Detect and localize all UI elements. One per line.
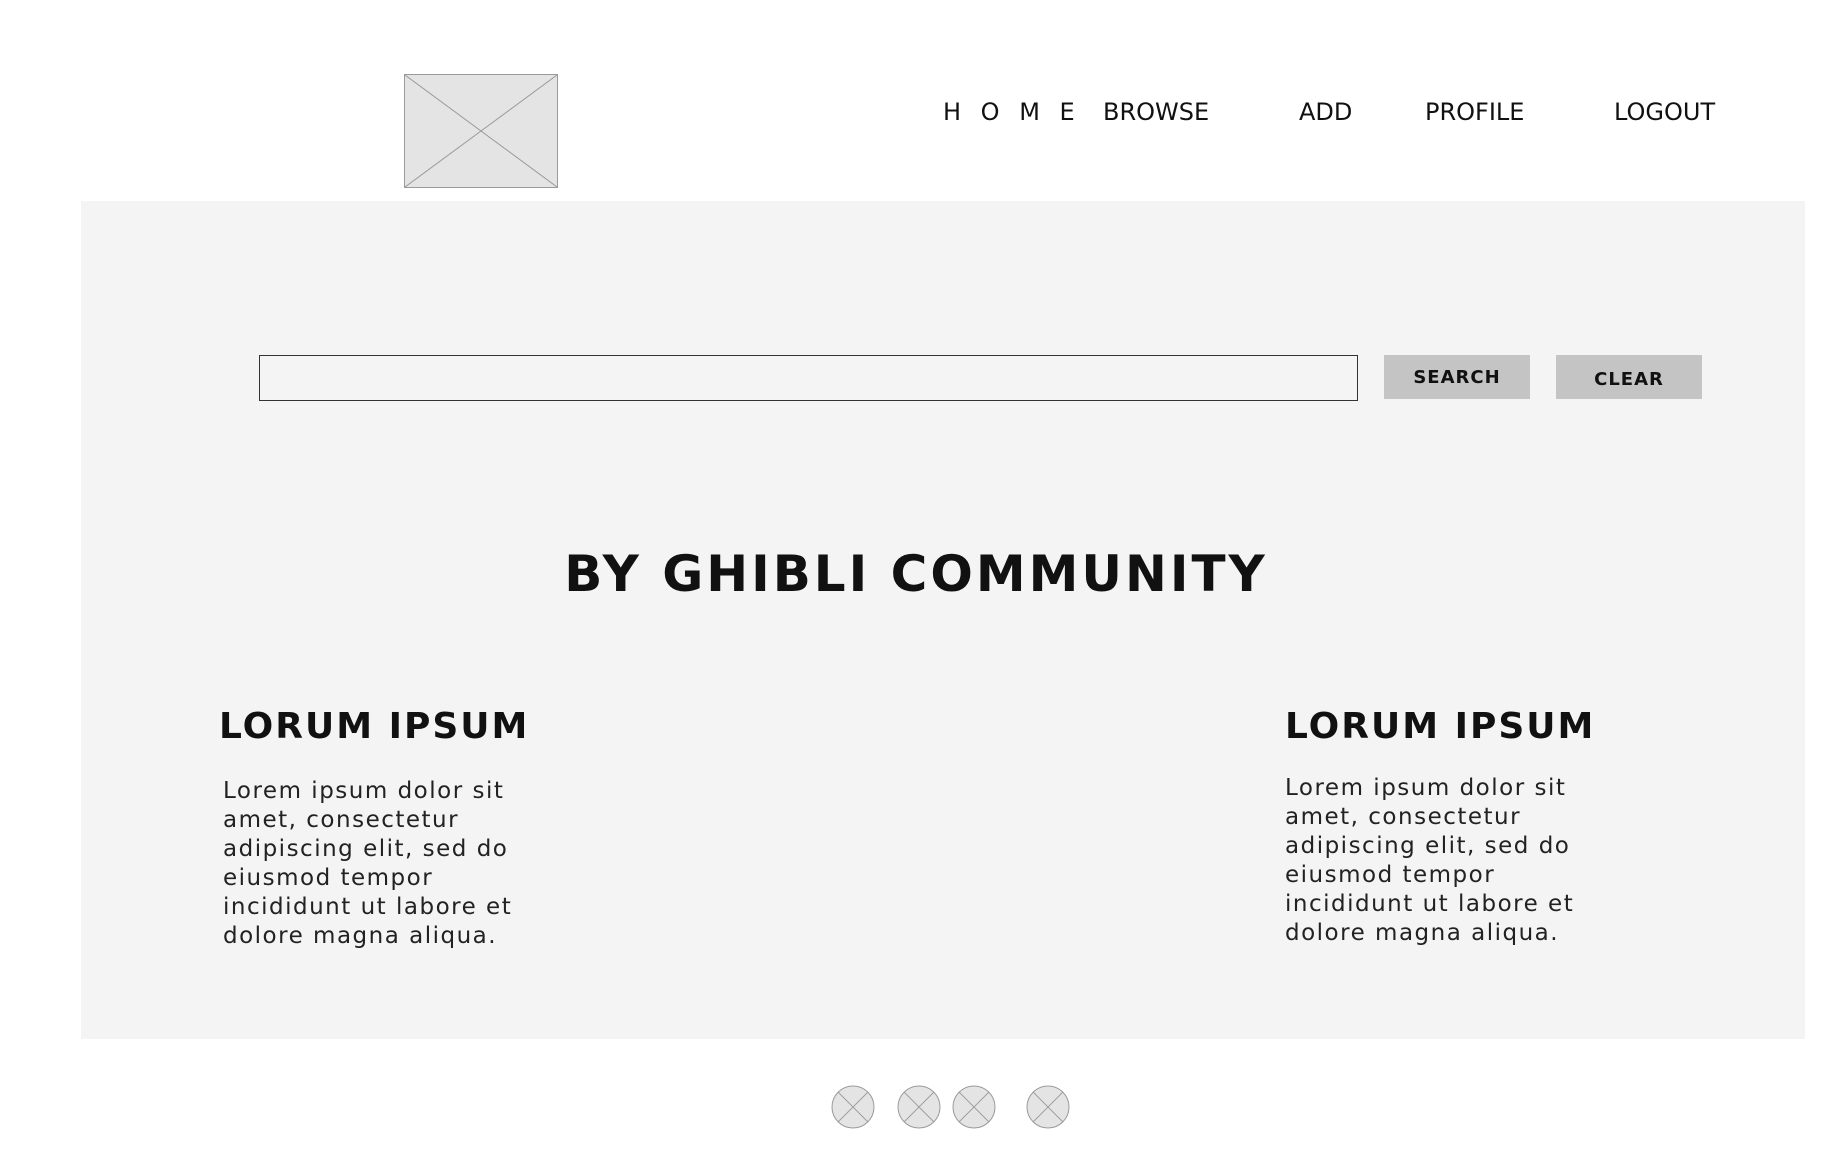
main-navigation: H O M E BROWSE ADD PROFILE LOGOUT bbox=[0, 97, 1840, 127]
clear-button[interactable]: CLEAR bbox=[1556, 355, 1702, 399]
nav-link-logout[interactable]: LOGOUT bbox=[1614, 97, 1715, 127]
nav-link-add[interactable]: ADD bbox=[1299, 97, 1352, 127]
logo-image-placeholder-icon[interactable] bbox=[404, 74, 558, 188]
left-column-text: Lorem ipsum dolor sit amet, consectetur … bbox=[223, 778, 513, 949]
left-column-title: LORUM IPSUM bbox=[219, 706, 530, 747]
social-link-1[interactable] bbox=[831, 1085, 875, 1129]
search-button[interactable]: SEARCH bbox=[1384, 355, 1530, 399]
social-link-2[interactable] bbox=[897, 1085, 941, 1129]
social-link-4[interactable] bbox=[1026, 1085, 1070, 1129]
social-link-3[interactable] bbox=[952, 1085, 996, 1129]
right-column-title: LORUM IPSUM bbox=[1285, 706, 1596, 747]
right-column-text: Lorem ipsum dolor sit amet, consectetur … bbox=[1285, 775, 1575, 946]
social-placeholder-icon bbox=[952, 1085, 996, 1129]
image-placeholder-icon bbox=[405, 75, 557, 187]
nav-link-browse[interactable]: BROWSE bbox=[1103, 97, 1209, 127]
social-placeholder-icon bbox=[1026, 1085, 1070, 1129]
page-headline: BY GHIBLI COMMUNITY bbox=[564, 545, 1268, 603]
social-placeholder-icon bbox=[897, 1085, 941, 1129]
nav-link-home[interactable]: H O M E bbox=[943, 97, 1081, 127]
social-placeholder-icon bbox=[831, 1085, 875, 1129]
search-input[interactable] bbox=[259, 355, 1358, 401]
nav-link-profile[interactable]: PROFILE bbox=[1425, 97, 1524, 127]
